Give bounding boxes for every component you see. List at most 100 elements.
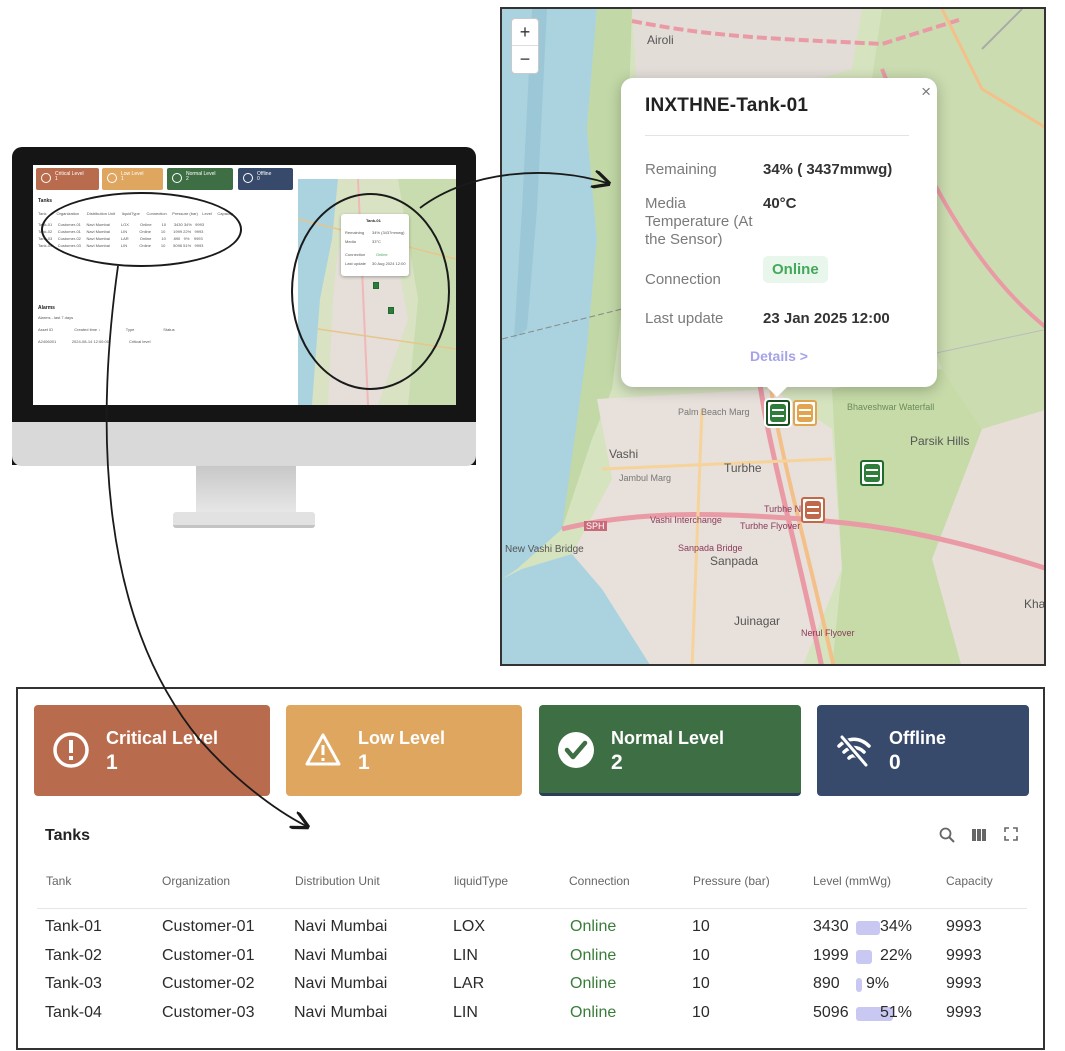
popup-last-update-value: 23 Jan 2025 12:00 xyxy=(763,310,890,327)
map-label-parsik-hills: Parsik Hills xyxy=(910,434,970,448)
mini-card-count: 2 xyxy=(186,176,189,182)
popup-close-button[interactable]: × xyxy=(921,82,931,102)
search-icon[interactable] xyxy=(939,827,955,847)
road-label-jambul-marg: Jambul Marg xyxy=(619,473,672,483)
cell-liquid-type: LOX xyxy=(453,918,486,935)
cell-organization: Customer-03 xyxy=(162,1003,255,1021)
cell-capacity: 9993 xyxy=(946,946,982,964)
cell-level-value: 1999 xyxy=(813,946,849,964)
card-count: 2 xyxy=(611,751,623,774)
zoom-in-button[interactable]: + xyxy=(512,19,538,46)
tank-icon xyxy=(770,404,786,422)
popup-title: INXTHNE-Tank-01 xyxy=(645,95,809,116)
card-count: 1 xyxy=(358,751,370,774)
map-label-sanpada: Sanpada xyxy=(710,554,759,568)
cell-distribution-unit: Navi Mumbai xyxy=(294,946,388,964)
cell-tank: Tank-04 xyxy=(45,1003,102,1021)
cell-organization: Customer-02 xyxy=(162,975,255,992)
zoom-lens-table xyxy=(41,192,242,267)
tank-icon xyxy=(864,464,880,482)
mini-alarms-title: Alarms xyxy=(38,305,55,311)
cell-level-percent: 22% xyxy=(880,946,913,964)
mini-card-title: Normal Level xyxy=(186,171,216,177)
mini-card-normal: Normal Level 2 xyxy=(167,168,233,190)
fullscreen-icon[interactable] xyxy=(1004,827,1018,845)
card-count: 0 xyxy=(889,751,901,774)
cell-tank: Tank-01 xyxy=(45,918,102,935)
alert-circle-icon xyxy=(53,732,89,768)
mini-card-count: 1 xyxy=(121,176,124,182)
map-label-kharg: Kharg xyxy=(1024,597,1046,611)
popup-details-link[interactable]: Details > xyxy=(621,348,937,364)
cell-distribution-unit: Navi Mumbai xyxy=(294,918,388,935)
cell-level-percent: 51% xyxy=(880,1003,913,1021)
mini-card-count: 1 xyxy=(55,176,58,182)
monitor-stand-base xyxy=(173,512,315,528)
monitor-stand-neck xyxy=(196,466,296,516)
column-header-pressure[interactable]: Pressure (bar) xyxy=(693,874,770,888)
cell-distribution-unit: Navi Mumbai xyxy=(294,1003,388,1021)
popup-remaining-label: Remaining xyxy=(645,161,717,178)
mini-card-critical: Critical Level 1 xyxy=(36,168,99,190)
cell-connection: Online xyxy=(570,946,617,964)
mini-alarm-row: A2406001 2024-08-14 12:00:00 Critical le… xyxy=(38,339,151,344)
map-label-new-vashi-bridge: New Vashi Bridge xyxy=(505,544,584,555)
map-panel[interactable]: + − Airoli Vashi Turbhe Sanpada Juinagar… xyxy=(500,7,1046,666)
cell-tank: Tank-02 xyxy=(45,946,102,964)
mini-alarms-header: Asset ID Created time ↓ Type Status xyxy=(38,327,175,332)
low-level-card[interactable]: Low Level 1 xyxy=(286,705,522,796)
road-label-nerul-flyover: Nerul Flyover xyxy=(801,628,855,638)
zoom-lens-map xyxy=(291,193,450,390)
cell-level-value: 890 xyxy=(813,975,840,992)
level-progress-bar xyxy=(856,949,872,964)
card-title: Low Level xyxy=(358,728,446,748)
road-label-vashi-interchange: Vashi Interchange xyxy=(650,515,722,525)
tank-marker-low[interactable] xyxy=(793,400,817,426)
cell-pressure: 10 xyxy=(692,946,710,964)
column-header-organization[interactable]: Organization xyxy=(162,874,230,888)
cell-connection: Online xyxy=(570,918,617,935)
wifi-off-icon xyxy=(837,735,871,767)
column-header-tank[interactable]: Tank xyxy=(46,874,71,888)
popup-last-update-label: Last update xyxy=(645,310,724,327)
offline-card[interactable]: Offline 0 xyxy=(817,705,1029,796)
cell-capacity: 9993 xyxy=(946,1003,982,1021)
popup-media-value: 40°C xyxy=(763,195,797,212)
cell-capacity: 9993 xyxy=(946,918,982,935)
table-header-divider xyxy=(37,908,1027,909)
column-header-liquid-type[interactable]: liquidType xyxy=(454,874,508,888)
road-label-sph: SPH xyxy=(584,521,607,531)
mini-card-title: Low Level xyxy=(121,171,144,177)
normal-level-card[interactable]: Normal Level 2 xyxy=(539,705,801,796)
zoom-out-button[interactable]: − xyxy=(512,46,538,73)
column-header-capacity[interactable]: Capacity xyxy=(946,874,993,888)
mini-alarms-filter: Alarms - last 7 days xyxy=(38,315,74,320)
mini-card-offline: Offline 0 xyxy=(238,168,293,190)
column-header-level[interactable]: Level (mmWg) xyxy=(813,874,891,888)
mini-card-count: 0 xyxy=(257,176,260,182)
cell-organization: Customer-01 xyxy=(162,946,255,964)
cell-level-value: 3430 xyxy=(813,918,849,935)
column-header-connection[interactable]: Connection xyxy=(569,874,630,888)
column-header-distribution-unit[interactable]: Distribution Unit xyxy=(295,874,380,888)
tank-marker-normal[interactable] xyxy=(860,460,884,486)
popup-connection-badge: Online xyxy=(763,256,828,283)
map-label-vashi: Vashi xyxy=(609,447,639,461)
tank-marker-normal[interactable] xyxy=(766,400,790,426)
check-circle-icon xyxy=(558,732,594,768)
cell-liquid-type: LIN xyxy=(453,946,478,964)
columns-icon[interactable] xyxy=(971,827,987,847)
map-label-turbhe: Turbhe xyxy=(724,461,762,475)
cell-pressure: 10 xyxy=(692,975,710,992)
map-label-juinagar: Juinagar xyxy=(734,614,781,628)
tank-popup: × INXTHNE-Tank-01 Remaining 34% ( 3437mm… xyxy=(621,78,937,397)
road-label-sanpada-bridge: Sanpada Bridge xyxy=(678,543,743,553)
mini-tanks-title: Tanks xyxy=(38,198,53,204)
map-label-airoli: Airoli xyxy=(647,33,674,47)
mini-alarm-type: Critical level xyxy=(128,339,151,344)
critical-level-card[interactable]: Critical Level 1 xyxy=(34,705,270,796)
cell-tank: Tank-03 xyxy=(45,975,102,992)
cell-liquid-type: LIN xyxy=(453,1003,478,1021)
tank-marker-critical[interactable] xyxy=(801,497,825,523)
level-progress-bar xyxy=(856,921,881,935)
